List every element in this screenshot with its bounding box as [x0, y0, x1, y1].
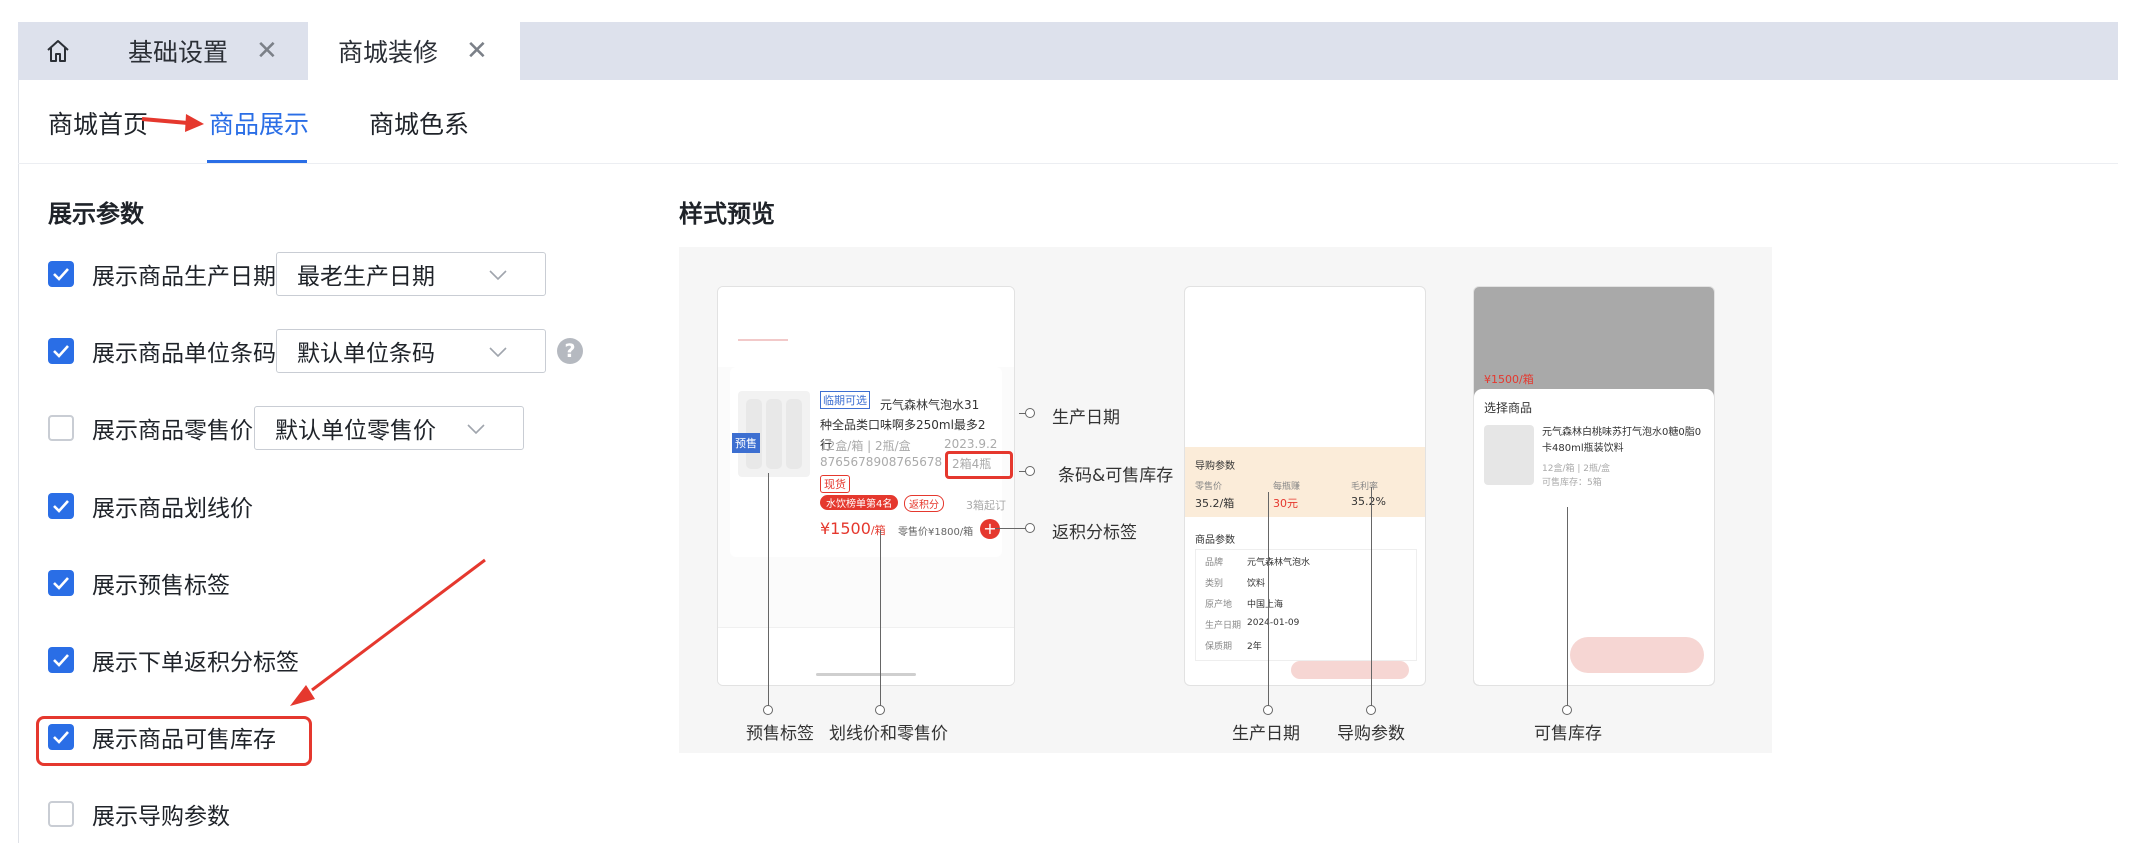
- product-info-title: 商品参数: [1195, 535, 1235, 546]
- callout-strike-retail: 划线价和零售价: [829, 724, 948, 744]
- param-col: 零售价: [1195, 482, 1223, 492]
- min-order: 3箱起订: [966, 499, 1006, 512]
- unit-barcode-select[interactable]: 默认单位条码: [276, 329, 546, 373]
- production-date-select[interactable]: 最老生产日期: [276, 252, 546, 296]
- option-unit-barcode[interactable]: 展示商品单位条码: [48, 329, 276, 373]
- option-label: 展示导购参数: [92, 804, 230, 830]
- param-col: 每瓶赚: [1273, 482, 1301, 492]
- info-value: 2年: [1247, 642, 1262, 652]
- chevron-down-icon: [489, 270, 507, 281]
- option-retail-price[interactable]: 展示商品零售价: [48, 406, 253, 450]
- product-spec: 12盒/箱 | 2瓶/盒: [1542, 464, 1610, 474]
- leader-dot: [1025, 466, 1035, 476]
- option-label: 展示商品单位条码: [92, 341, 276, 367]
- select-value: 最老生产日期: [297, 264, 435, 290]
- callout-barcode-stock: 条码&可售库存: [1058, 466, 1174, 486]
- in-stock-tag: 现货: [820, 475, 850, 493]
- leader-line: [768, 473, 769, 708]
- checkbox-checked[interactable]: [48, 493, 74, 519]
- subnav-divider: [18, 163, 2118, 164]
- leader-dot: [1263, 705, 1273, 715]
- info-key: 类别: [1205, 579, 1224, 589]
- info-value: 饮料: [1247, 579, 1266, 589]
- preview-phone-select: 选择商品 元气森林白桃味苏打气泡水0糖0脂0卡480ml瓶装饮料 12盒/箱 |…: [1473, 286, 1715, 686]
- option-presale-tag[interactable]: 展示预售标签: [48, 561, 230, 605]
- info-key: 原产地: [1205, 600, 1233, 610]
- barcode-value: 8765678908765678: [820, 455, 943, 469]
- select-value: 默认单位条码: [297, 341, 435, 367]
- style-preview-panel: 预售 临期可选 元气森林气泡水31种全品类口味啊多250ml最多2行 12盒/箱…: [679, 247, 1772, 753]
- option-label: 展示商品零售价: [92, 418, 253, 444]
- callout-guide-params: 导购参数: [1337, 724, 1405, 744]
- option-strikethrough-price[interactable]: 展示商品划线价: [48, 484, 253, 528]
- preview-phone-detail: 导购参数 零售价 每瓶赚 毛利率 35.2/箱 30元 35.2% 商品参数 品…: [1184, 286, 1426, 686]
- stock-value: 可售库存：5箱: [1542, 478, 1602, 488]
- product-name: 元气森林白桃味苏打气泡水0糖0脂0卡480ml瓶装饮料: [1542, 427, 1702, 454]
- param-col: 毛利率: [1351, 482, 1379, 492]
- rank-badge: 水饮榜单第4名: [820, 495, 899, 510]
- product-price: ¥1500/箱: [1484, 373, 1534, 386]
- param-value: 35.2%: [1351, 495, 1386, 508]
- checkbox-checked[interactable]: [48, 570, 74, 596]
- leader-line: [1268, 492, 1269, 708]
- add-to-cart-icon[interactable]: +: [980, 519, 1000, 539]
- leader-dot: [1366, 705, 1376, 715]
- price-unit: /箱: [870, 524, 886, 537]
- checkbox-checked[interactable]: [48, 338, 74, 364]
- highlight-box: [945, 451, 1013, 479]
- production-date-value: 2023.9.2: [944, 437, 998, 451]
- leader-dot: [1562, 705, 1572, 715]
- option-label: 展示下单返积分标签: [92, 650, 299, 676]
- info-key: 品牌: [1205, 558, 1224, 568]
- highlight-box: [36, 716, 312, 766]
- guide-params-title: 导购参数: [1195, 461, 1235, 472]
- product-price: ¥1500/箱: [820, 519, 886, 538]
- info-value: 元气森林气泡水: [1247, 558, 1311, 568]
- preview-phone-list: 预售 临期可选 元气森林气泡水31种全品类口味啊多250ml最多2行 12盒/箱…: [717, 286, 1015, 686]
- callout-presale-tag: 预售标签: [746, 724, 814, 744]
- leader-line: [1567, 507, 1568, 708]
- leader-line: [1371, 487, 1372, 708]
- leader-dot: [1025, 408, 1035, 418]
- product-spec: 12盒/箱 | 2瓶/盒: [820, 439, 911, 453]
- retail-price-select[interactable]: 默认单位零售价: [254, 406, 524, 450]
- option-label: 展示商品划线价: [92, 496, 253, 522]
- callout-stock: 可售库存: [1534, 724, 1602, 744]
- modal-title: 选择商品: [1484, 401, 1533, 415]
- display-params-title: 展示参数: [48, 200, 144, 228]
- retail-price: 零售价¥1800/箱: [898, 527, 974, 538]
- option-points-tag[interactable]: 展示下单返积分标签: [48, 638, 299, 682]
- callout-production-date-2: 生产日期: [1232, 724, 1300, 744]
- info-value: 2024-01-09: [1247, 618, 1300, 628]
- leader-dot: [875, 705, 885, 715]
- option-guide-params[interactable]: 展示导购参数: [48, 792, 230, 836]
- param-value: 35.2/箱: [1195, 497, 1235, 510]
- callout-production-date: 生产日期: [1052, 408, 1120, 428]
- help-icon[interactable]: ?: [557, 338, 583, 364]
- chevron-down-icon: [467, 424, 485, 435]
- leader-line: [995, 528, 1027, 529]
- points-tag: 返积分: [904, 495, 944, 512]
- leader-line: [880, 530, 881, 708]
- info-key: 生产日期: [1205, 621, 1242, 631]
- param-value: 30元: [1273, 497, 1298, 510]
- info-key: 保质期: [1205, 642, 1233, 652]
- leader-dot: [1025, 523, 1035, 533]
- price-value: ¥1500: [820, 519, 871, 538]
- checkbox-unchecked[interactable]: [48, 801, 74, 827]
- option-label: 展示预售标签: [92, 573, 230, 599]
- checkbox-unchecked[interactable]: [48, 415, 74, 441]
- presale-tag: 预售: [732, 433, 760, 453]
- checkbox-checked[interactable]: [48, 261, 74, 287]
- select-value: 默认单位零售价: [275, 418, 436, 444]
- callout-points-tag: 返积分标签: [1052, 523, 1137, 543]
- checkbox-checked[interactable]: [48, 647, 74, 673]
- info-value: 中国上海: [1247, 600, 1284, 610]
- option-label: 展示商品生产日期: [92, 264, 276, 290]
- option-production-date[interactable]: 展示商品生产日期: [48, 252, 276, 296]
- style-preview-title: 样式预览: [679, 200, 775, 228]
- leader-dot: [763, 705, 773, 715]
- chevron-down-icon: [489, 347, 507, 358]
